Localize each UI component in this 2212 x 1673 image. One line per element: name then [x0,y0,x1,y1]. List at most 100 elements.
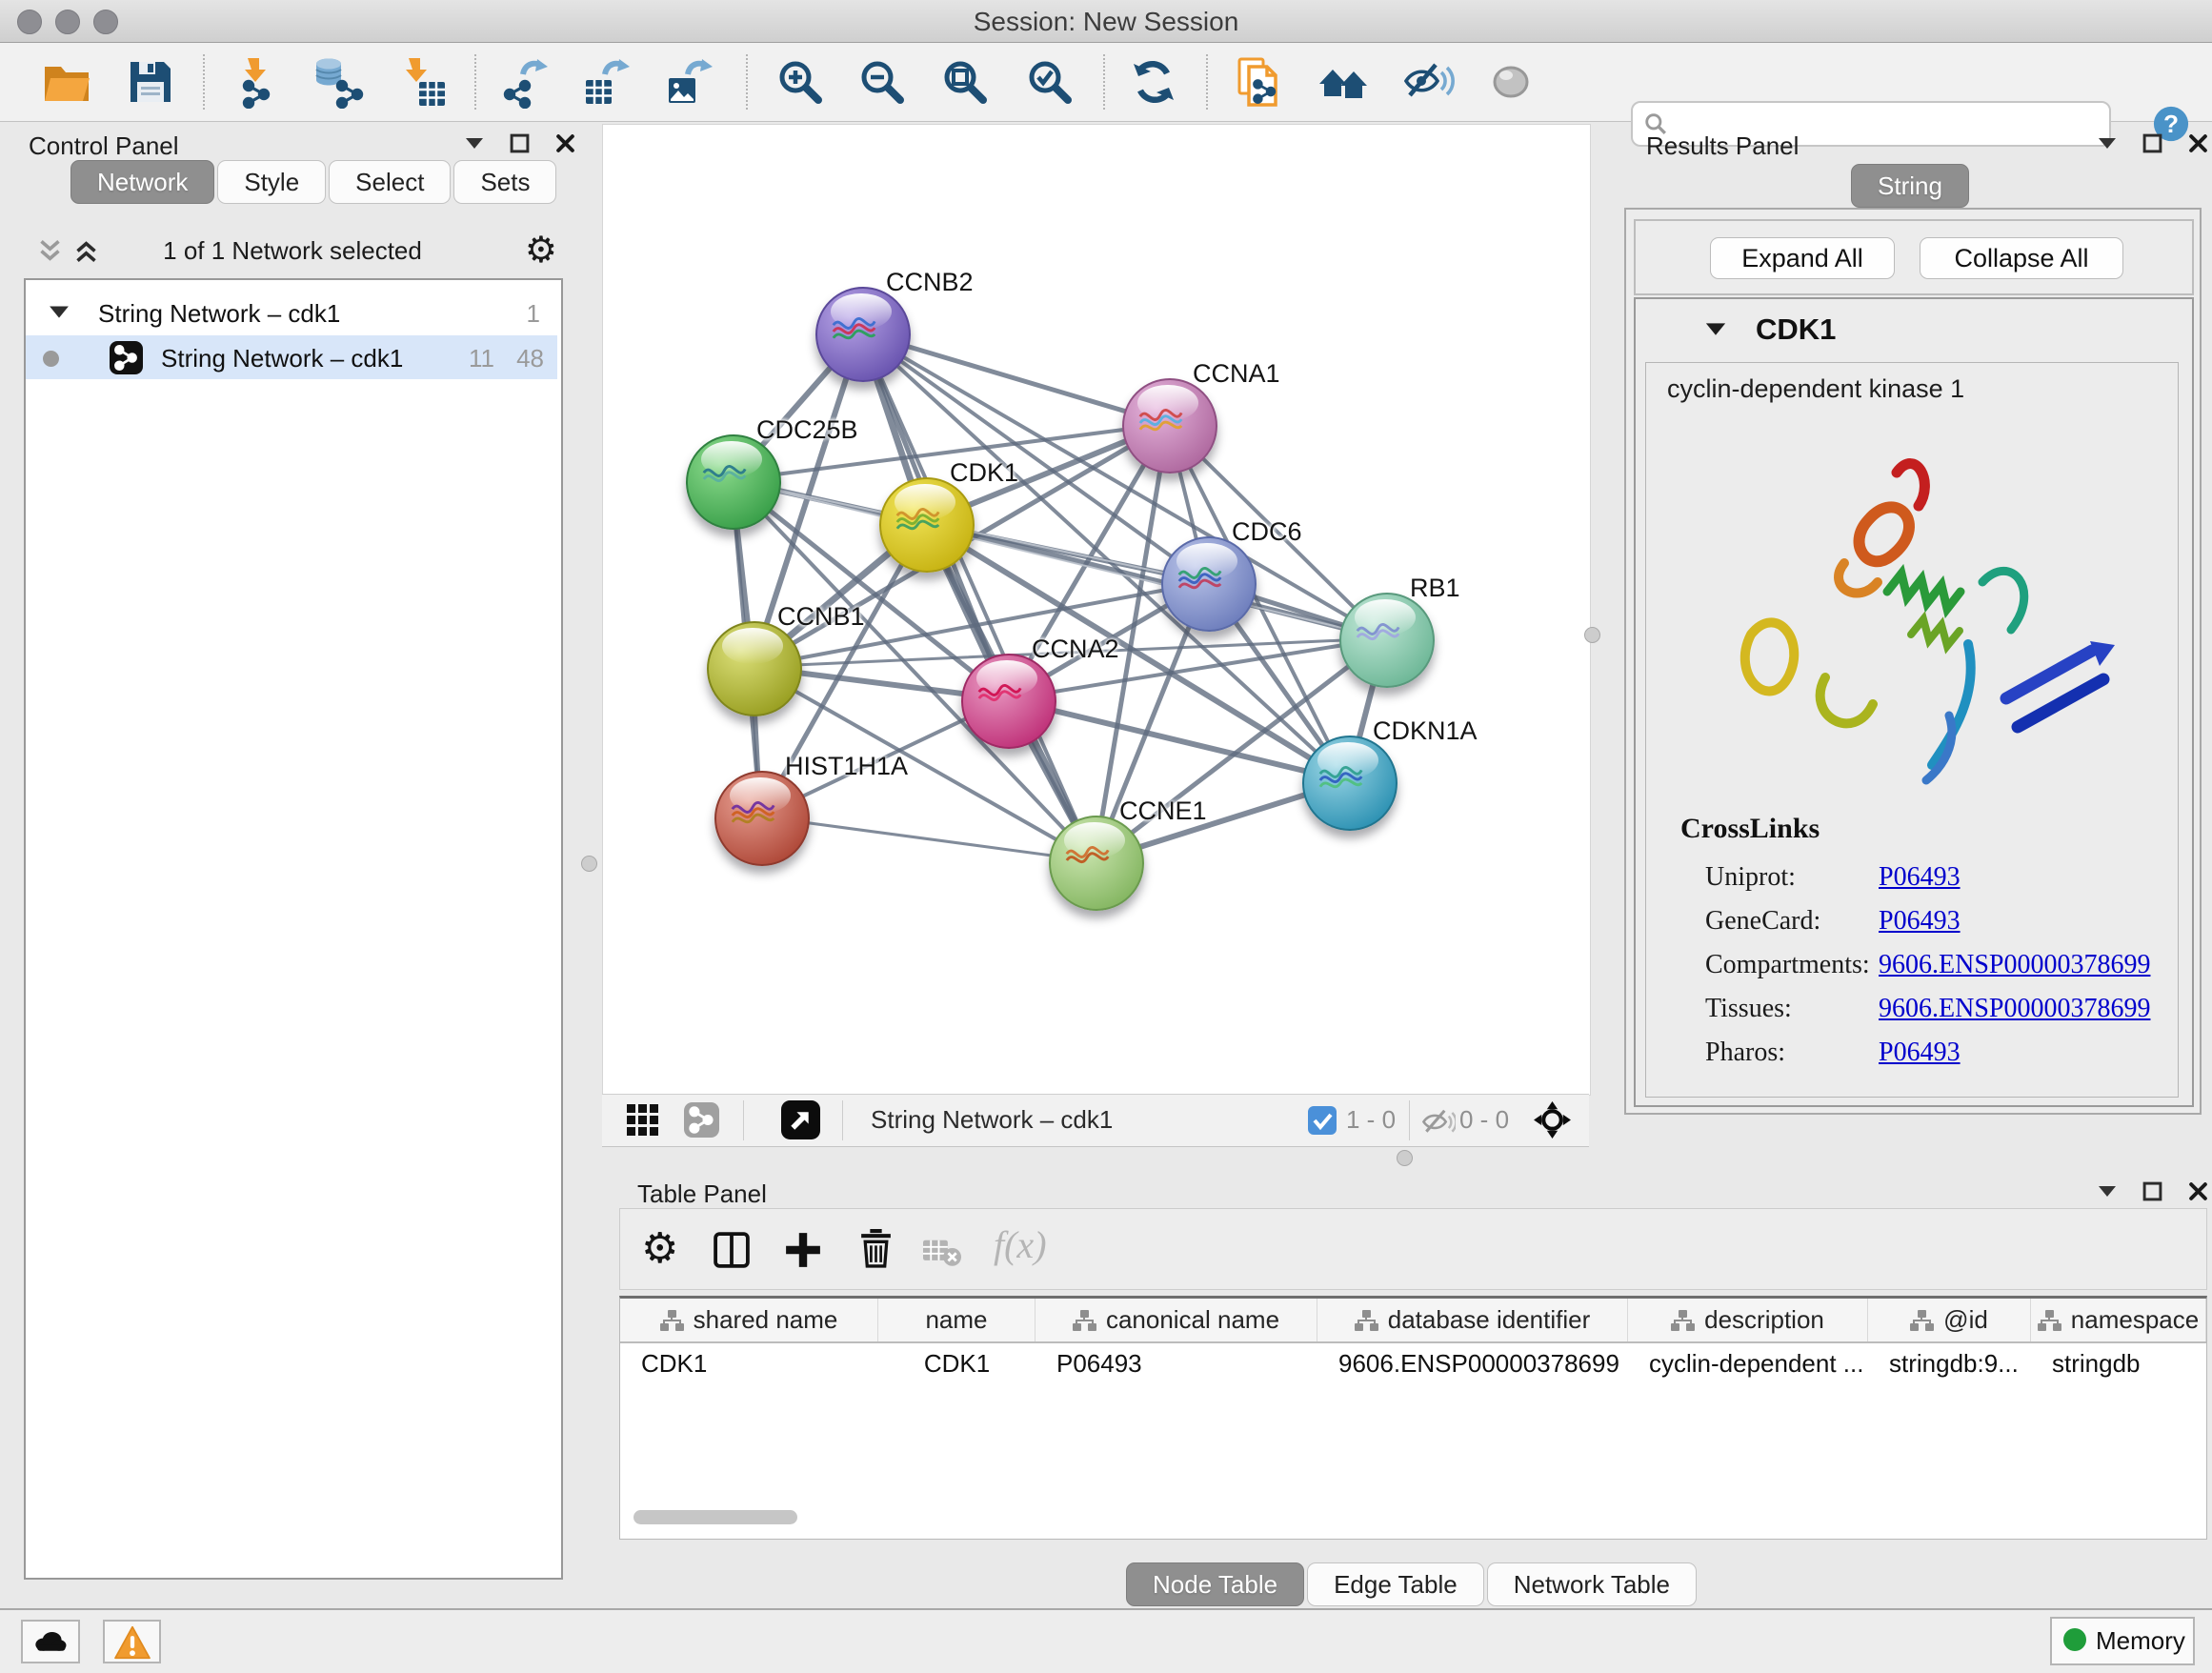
gene-section-header[interactable]: CDK1 [1636,299,2192,360]
column-header-canonical-name[interactable]: canonical name [1036,1299,1317,1341]
zoom-in-icon[interactable] [774,55,827,109]
annotation-mode-icon[interactable] [781,1100,820,1139]
tab-string[interactable]: String [1851,164,1969,208]
import-network-icon[interactable] [231,55,285,109]
network-view-title: String Network – cdk1 [871,1105,1113,1135]
node-ccnb2[interactable] [815,287,911,382]
results-panel-float-icon[interactable] [2142,133,2162,153]
protein-thumbnail-icon [1316,759,1367,801]
collapse-all-button[interactable]: Collapse All [1920,237,2123,279]
grid-view-icon[interactable] [627,1104,659,1137]
protein-thumbnail-icon [699,458,751,500]
left-splitter-handle[interactable] [581,856,597,872]
tab-edge-table[interactable]: Edge Table [1307,1562,1484,1606]
table-panel-close-icon[interactable] [2188,1181,2208,1201]
home-view-icon[interactable] [1317,55,1371,109]
cloud-button[interactable] [21,1620,80,1663]
node-ccne1[interactable] [1049,816,1144,911]
node-hist1h1a[interactable] [714,771,810,866]
network-canvas[interactable]: CCNB2CCNA1CDC25BCDK1CDC6RB1CCNB1CCNA2CDK… [602,124,1591,1096]
save-session-icon[interactable] [124,55,177,109]
column-header-shared-name[interactable]: shared name [620,1299,878,1341]
control-panel-float-icon[interactable] [510,133,530,153]
share-document-icon[interactable] [1233,55,1286,109]
tab-style[interactable]: Style [217,160,326,204]
expand-all-button[interactable]: Expand All [1710,237,1895,279]
results-panel-caret-down-icon[interactable] [2098,136,2117,151]
table-gear-icon[interactable]: ⚙ [641,1228,678,1270]
column-header--id[interactable]: @id [1868,1299,2031,1341]
crosslink-link[interactable]: 9606.ENSP00000378699 [1879,994,2150,1024]
table-row[interactable]: CDK1CDK1P064939606.ENSP00000378699cyclin… [620,1343,2206,1383]
export-table-icon[interactable] [580,55,633,109]
tab-node-table[interactable]: Node Table [1126,1562,1304,1606]
results-panel-close-icon[interactable] [2188,133,2208,153]
open-session-icon[interactable] [40,55,93,109]
tab-sets[interactable]: Sets [453,160,556,204]
control-panel-close-icon[interactable] [555,133,575,153]
manage-columns-icon[interactable] [714,1232,750,1268]
zoom-fit-icon[interactable] [938,55,992,109]
status-bar: Memory [0,1608,2212,1673]
import-table-icon[interactable] [398,55,452,109]
hidden-eye-icon[interactable] [1419,1104,1456,1137]
crosslink-link[interactable]: P06493 [1879,1038,1961,1068]
tab-network-table[interactable]: Network Table [1487,1562,1697,1606]
hide-selected-icon[interactable] [1401,55,1455,109]
column-header-database-identifier[interactable]: database identifier [1317,1299,1628,1341]
gear-icon[interactable]: ⚙ [525,232,557,269]
memory-button[interactable]: Memory [2050,1617,2195,1665]
crosslink-link[interactable]: P06493 [1879,906,1961,937]
control-panel-caret-down-icon[interactable] [465,136,484,151]
table-panel-caret-down-icon[interactable] [2098,1184,2117,1199]
network-collection-row[interactable]: String Network – cdk1 1 [26,292,557,335]
selected-checkbox-icon[interactable] [1308,1106,1337,1135]
node-cdc25b[interactable] [686,434,781,530]
add-column-icon[interactable] [784,1231,822,1269]
export-network-icon[interactable] [498,55,552,109]
crosslink-link[interactable]: 9606.ENSP00000378699 [1879,950,2150,980]
table-horizontal-scrollbar[interactable] [633,1510,797,1524]
show-all-icon[interactable] [1484,55,1538,109]
node-cdc6[interactable] [1161,536,1257,632]
collection-disclosure-icon[interactable] [49,303,70,320]
edge-hist1h1a-ccne1[interactable] [760,816,1095,861]
crosslink-link[interactable]: P06493 [1879,862,1961,893]
warning-button[interactable] [103,1620,161,1663]
horizontal-splitter-handle[interactable] [1397,1150,1413,1166]
table-panel-float-icon[interactable] [2142,1181,2162,1201]
right-splitter-handle[interactable] [1584,627,1600,643]
export-image-icon[interactable] [663,55,716,109]
tab-select[interactable]: Select [329,160,451,204]
node-ccna1[interactable] [1122,378,1217,474]
column-header-label: @id [1943,1305,1988,1335]
node-cdkn1a[interactable] [1302,736,1398,831]
node-cdk1[interactable] [879,477,975,573]
node-ccnb1[interactable] [707,621,802,716]
zoom-selected-icon[interactable] [1023,55,1076,109]
crosslink-label: GeneCard: [1705,906,1820,937]
node-ccna2[interactable] [961,654,1056,749]
table-tabs: Node TableEdge TableNetwork Table [602,1562,2212,1606]
network-row[interactable]: String Network – cdk1 11 48 [26,335,557,379]
zoom-out-icon[interactable] [855,55,909,109]
network-row-label: String Network – cdk1 [161,344,403,373]
column-header-namespace[interactable]: namespace [2031,1299,2206,1341]
gene-name: CDK1 [1756,312,1836,347]
collection-label: String Network – cdk1 [98,299,340,329]
node-table: shared namenamecanonical namedatabase id… [619,1296,2207,1540]
import-network-from-database-icon[interactable] [312,55,365,109]
delete-column-icon[interactable] [858,1229,894,1268]
toolbar-separator [746,54,748,110]
string-view-badge-icon[interactable] [684,1102,719,1138]
refresh-view-icon[interactable] [1127,55,1180,109]
gene-disclosure-icon[interactable] [1704,320,1727,337]
protein-thumbnail-icon [1175,560,1226,602]
node-rb1[interactable] [1339,593,1435,688]
network-view-toolbar: String Network – cdk1 1 - 0 0 - 0 [602,1094,1589,1147]
edge-ccnb2-ccne1[interactable] [861,333,1095,861]
tab-network[interactable]: Network [70,160,214,204]
birdseye-view-icon[interactable] [1533,1100,1572,1139]
column-header-description[interactable]: description [1628,1299,1868,1341]
column-header-name[interactable]: name [878,1299,1036,1341]
